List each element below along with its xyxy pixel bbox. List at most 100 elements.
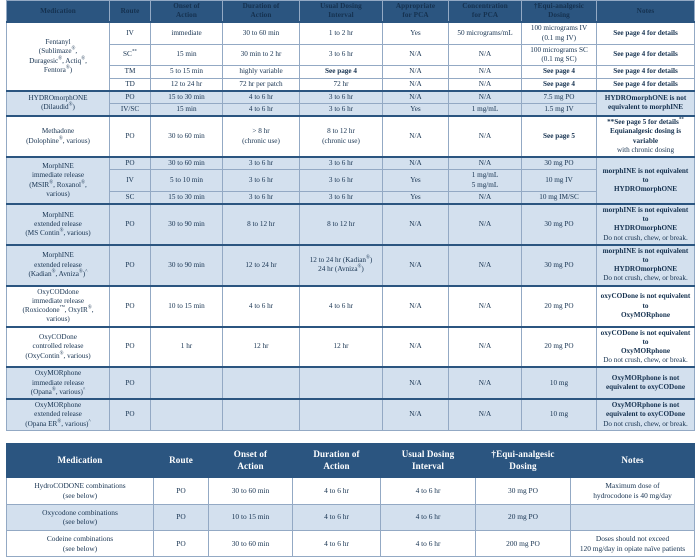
pca-concentration-cell: N/A bbox=[448, 325, 522, 368]
onset-cell: 15 min bbox=[150, 102, 223, 117]
dosing-interval-cell bbox=[299, 366, 383, 400]
notes-cell: See page 4 for details bbox=[596, 65, 695, 79]
footnote-caret-icon: ^ bbox=[88, 418, 91, 425]
medication-name-cell: HydroCODONE combinations (see below) bbox=[6, 477, 154, 505]
route-cell: PO bbox=[109, 284, 151, 328]
equianalgesic-dose-cell: See page 4 bbox=[521, 77, 597, 92]
table-row: SC 15 to 30 min 3 to 6 hr 3 to 6 hr Yes N/A 10… bbox=[7, 190, 695, 205]
pca-concentration-cell: 50 micrograms/mL bbox=[448, 21, 522, 45]
dosing-interval-cell: 8 to 12 hr bbox=[299, 202, 383, 246]
t2-header-route-line1: Route bbox=[169, 454, 193, 465]
pca-concentration-cell: N/A bbox=[448, 115, 522, 158]
pca-appropriate-cell: N/A bbox=[382, 202, 449, 246]
equianalgesic-dose-cell: 20 mg PO bbox=[521, 325, 597, 368]
pca-concentration-cell: N/A bbox=[448, 89, 522, 104]
dosing-interval-cell: 12 hr bbox=[299, 325, 383, 368]
header-medication: Medication bbox=[6, 0, 110, 23]
equianalgesic-dose-cell: 100 micrograms IV (0.1 mg IV) bbox=[521, 21, 597, 45]
header-pca-line1: Appropriate bbox=[395, 2, 436, 10]
registered-mark-icon: ® bbox=[58, 55, 63, 62]
medication-name-cell: MorphINE immediate release (MSIR®, Roxanol… bbox=[6, 156, 110, 205]
combination-products-table: Medication Route Onset of Action Duratio… bbox=[6, 442, 695, 557]
registered-mark-icon: ® bbox=[71, 45, 76, 52]
pca-concentration-cell: N/A bbox=[448, 43, 522, 67]
onset-cell: immediate bbox=[150, 21, 223, 45]
table-spacer bbox=[0, 431, 700, 443]
route-cell: PO bbox=[153, 503, 209, 531]
header-route: Route bbox=[109, 0, 151, 23]
table-row: MorphINE extended release (MS Contin®, var… bbox=[6, 202, 695, 246]
route-cell: IV bbox=[109, 21, 151, 45]
medication-name-cell: Fentanyl (Sublimaze®, Duragesic®, Actiq®, F… bbox=[6, 21, 110, 92]
duration-cell: 30 to 60 min bbox=[222, 21, 300, 45]
header-onset-line2: Action bbox=[176, 11, 197, 20]
pca-concentration-cell: N/A bbox=[448, 77, 522, 92]
onset-cell bbox=[150, 366, 223, 400]
notes-cell: OxyMORphone is not equivalent to oxyCODon… bbox=[596, 398, 695, 431]
pca-appropriate-cell: N/A bbox=[382, 366, 449, 400]
notes-cell: oxyCODone is not equivalent to OxyMORphon… bbox=[596, 325, 695, 368]
header-conc-line2: for PCA bbox=[471, 11, 499, 20]
equianalgesic-dose-cell: 200 mg PO bbox=[475, 529, 571, 557]
equianalgesic-dose-cell: See page 4 bbox=[521, 65, 597, 79]
header-interval-line2: Interval bbox=[328, 11, 354, 20]
registered-mark-icon: ® bbox=[357, 263, 362, 270]
equianalgesic-dose-cell: 30 mg PO bbox=[521, 156, 597, 171]
header-usual-dosing-interval: Usual Dosing Interval bbox=[299, 0, 383, 23]
table-row: OxyMORphone extended release (Opana ER®, v… bbox=[6, 398, 695, 431]
medication-name-cell: HYDROmorphONE (Dilaudid®) bbox=[6, 89, 110, 117]
equianalgesic-dose-cell: 7.5 mg PO bbox=[521, 89, 597, 104]
duration-cell: 4 to 6 hr bbox=[292, 477, 381, 505]
notes-cell: **See page 5 for details** Equianalgesic … bbox=[596, 115, 695, 158]
registered-mark-icon: ® bbox=[59, 227, 64, 234]
medication-name-cell: Methadone (Dolophine®, various) bbox=[6, 115, 110, 158]
registered-mark-icon: ® bbox=[59, 350, 64, 357]
dosing-interval-cell bbox=[299, 398, 383, 431]
pca-concentration-cell: N/A bbox=[448, 156, 522, 171]
pca-appropriate-cell: Yes bbox=[382, 190, 449, 205]
footnote-asterisk-icon: ** bbox=[678, 116, 684, 123]
pca-appropriate-cell: Yes bbox=[382, 21, 449, 45]
table-row: HYDROmorphONE (Dilaudid®) PO 15 to 30 min 4 … bbox=[6, 89, 695, 117]
pca-concentration-cell: 1 mg/mL 5 mg/mL bbox=[448, 169, 522, 192]
registered-mark-icon: ® bbox=[81, 179, 85, 186]
equianalgesic-dose-cell: 100 micrograms SC (0.1 mg SC) bbox=[521, 43, 597, 67]
table-row: TM 5 to 15 min highly variable See page 4 N/… bbox=[7, 65, 695, 79]
route-cell: TM bbox=[109, 65, 151, 79]
pca-appropriate-cell: N/A bbox=[382, 398, 449, 431]
medication-name-cell: OxyMORphone extended release (Opana ER®, v… bbox=[6, 398, 110, 431]
header-notes: Notes bbox=[596, 0, 695, 23]
medication-name-cell: Codeine combinations (see below) bbox=[6, 529, 154, 557]
header-conc-line1: Concentration bbox=[462, 2, 508, 10]
onset-cell: 30 to 60 min bbox=[150, 115, 223, 158]
t2-header-medication-line1: Medication bbox=[57, 454, 103, 465]
table2-header-row: Medication Route Onset of Action Duratio… bbox=[6, 442, 695, 479]
duration-cell: 4 to 6 hr bbox=[292, 503, 381, 531]
onset-cell: 30 to 90 min bbox=[150, 202, 223, 246]
table-row: OxyMORphone immediate release (Opana®, var… bbox=[6, 366, 695, 400]
table-row: MorphINE immediate release (MSIR®, Roxanol… bbox=[6, 156, 695, 205]
t2-header-usual-dosing-interval: Usual Dosing Interval bbox=[380, 442, 476, 479]
duration-cell: 3 to 6 hr bbox=[222, 169, 300, 192]
t2-header-interval-line2: Interval bbox=[411, 460, 445, 471]
equianalgesic-dose-cell: 1.5 mg IV bbox=[521, 102, 597, 117]
dosing-interval-cell: See page 4 bbox=[299, 65, 383, 79]
t2-header-notes-line1: Notes bbox=[621, 454, 644, 465]
onset-cell: 30 to 60 min bbox=[208, 529, 293, 557]
onset-cell: 10 to 15 min bbox=[208, 503, 293, 531]
pca-appropriate-cell: Yes bbox=[382, 102, 449, 117]
header-medication-line1: Medication bbox=[40, 6, 76, 15]
duration-cell: 3 to 6 hr bbox=[222, 156, 300, 171]
pca-appropriate-cell: N/A bbox=[382, 243, 449, 287]
pca-appropriate-cell: N/A bbox=[382, 77, 449, 92]
table-row: OxyCODone controlled release (OxyContin®, … bbox=[6, 325, 695, 368]
table1-header-row: Medication Route Onset of Action Duratio… bbox=[6, 0, 695, 23]
pca-concentration-cell: N/A bbox=[448, 398, 522, 431]
registered-mark-icon: ® bbox=[87, 304, 92, 311]
medication-name-cell: OxyCODdone immediate release (Roxicodone™,… bbox=[6, 284, 110, 328]
registered-mark-icon: ® bbox=[81, 55, 86, 62]
table-row: Fentanyl (Sublimaze®, Duragesic®, Actiq®, F… bbox=[6, 21, 695, 92]
route-cell: PO bbox=[109, 115, 151, 158]
registered-mark-icon: ® bbox=[78, 268, 83, 275]
header-duration-of-action: Duration of Action bbox=[222, 0, 300, 23]
